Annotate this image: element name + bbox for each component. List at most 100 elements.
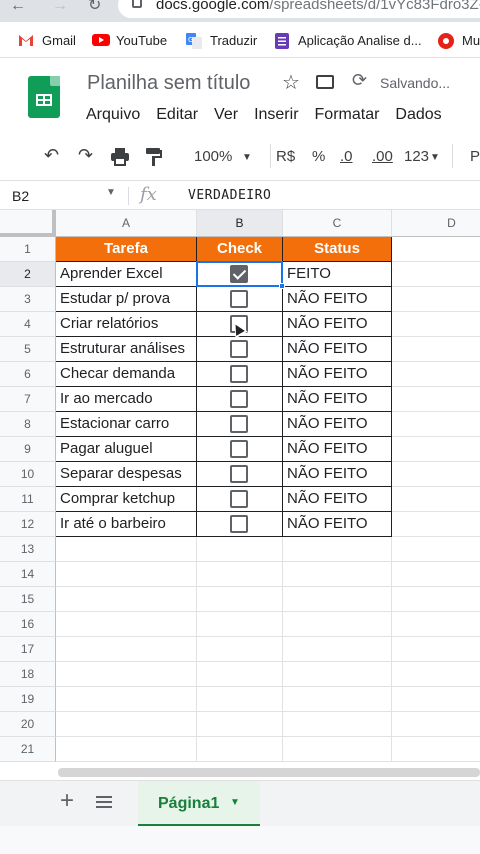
formula-input[interactable]: VERDADEIRO bbox=[188, 188, 271, 203]
cell[interactable] bbox=[197, 662, 283, 687]
cell[interactable] bbox=[392, 737, 480, 762]
cell[interactable] bbox=[392, 562, 480, 587]
checkbox-cell[interactable] bbox=[197, 487, 283, 512]
cell[interactable] bbox=[392, 312, 480, 337]
task-cell[interactable]: Separar despesas bbox=[56, 462, 197, 487]
row-header[interactable]: 6 bbox=[0, 362, 56, 387]
menu-arquivo[interactable]: Arquivo bbox=[86, 106, 140, 124]
checkbox-unchecked[interactable] bbox=[230, 415, 248, 433]
task-cell[interactable]: Aprender Excel bbox=[56, 262, 197, 287]
url-text[interactable]: docs.google.com/spreadsheets/d/1vYc83Fdr… bbox=[156, 0, 480, 13]
cell[interactable] bbox=[197, 612, 283, 637]
task-cell[interactable]: Comprar ketchup bbox=[56, 487, 197, 512]
back-icon[interactable]: ← bbox=[10, 0, 26, 14]
row-header[interactable]: 15 bbox=[0, 587, 56, 612]
cell[interactable] bbox=[197, 562, 283, 587]
cell[interactable] bbox=[56, 712, 197, 737]
task-cell[interactable]: Ir até o barbeiro bbox=[56, 512, 197, 537]
zoom-caret-icon[interactable]: ▼ bbox=[242, 152, 252, 163]
row-header[interactable]: 13 bbox=[0, 537, 56, 562]
reload-icon[interactable]: ↻ bbox=[88, 0, 101, 14]
font-select[interactable]: P bbox=[470, 148, 480, 165]
checkbox-cell[interactable] bbox=[197, 337, 283, 362]
column-header-b[interactable]: B bbox=[197, 210, 283, 237]
undo-icon[interactable]: ↶ bbox=[44, 145, 59, 166]
task-cell[interactable]: Ir ao mercado bbox=[56, 387, 197, 412]
cell[interactable] bbox=[392, 687, 480, 712]
cell[interactable] bbox=[392, 612, 480, 637]
increase-decimals-button[interactable]: .00 bbox=[372, 148, 393, 165]
horizontal-scrollbar[interactable] bbox=[58, 768, 480, 777]
cell[interactable] bbox=[56, 662, 197, 687]
document-title[interactable]: Planilha sem título bbox=[87, 72, 250, 95]
menu-inserir[interactable]: Inserir bbox=[254, 106, 298, 124]
status-cell[interactable]: NÃO FEITO bbox=[283, 512, 392, 537]
checkbox-unchecked[interactable] bbox=[230, 465, 248, 483]
more-formats-button[interactable]: 123 bbox=[404, 148, 429, 165]
cell[interactable] bbox=[392, 537, 480, 562]
cell[interactable] bbox=[283, 587, 392, 612]
cell[interactable] bbox=[197, 587, 283, 612]
cell[interactable] bbox=[56, 737, 197, 762]
menu-ver[interactable]: Ver bbox=[214, 106, 238, 124]
percent-button[interactable]: % bbox=[312, 148, 325, 165]
cell[interactable] bbox=[197, 712, 283, 737]
status-cell[interactable]: NÃO FEITO bbox=[283, 462, 392, 487]
cell[interactable] bbox=[283, 637, 392, 662]
row-header[interactable]: 8 bbox=[0, 412, 56, 437]
row-header[interactable]: 9 bbox=[0, 437, 56, 462]
cell[interactable] bbox=[283, 737, 392, 762]
cell[interactable] bbox=[392, 387, 480, 412]
status-cell[interactable]: NÃO FEITO bbox=[283, 362, 392, 387]
cell[interactable] bbox=[197, 637, 283, 662]
menu-dados[interactable]: Dados bbox=[395, 106, 441, 124]
task-cell[interactable]: Criar relatórios bbox=[56, 312, 197, 337]
move-to-folder-icon[interactable] bbox=[316, 75, 334, 89]
cell[interactable] bbox=[392, 462, 480, 487]
row-header[interactable]: 16 bbox=[0, 612, 56, 637]
currency-button[interactable]: R$ bbox=[276, 148, 295, 165]
checkbox-unchecked[interactable] bbox=[230, 290, 248, 308]
name-box[interactable]: B2 bbox=[12, 188, 29, 204]
sheets-logo-icon[interactable] bbox=[28, 76, 60, 118]
status-cell[interactable]: NÃO FEITO bbox=[283, 312, 392, 337]
row-header[interactable]: 11 bbox=[0, 487, 56, 512]
status-cell[interactable]: NÃO FEITO bbox=[283, 337, 392, 362]
status-cell[interactable]: NÃO FEITO bbox=[283, 412, 392, 437]
checkbox-cell[interactable] bbox=[197, 362, 283, 387]
cell[interactable] bbox=[392, 262, 480, 287]
cell[interactable] bbox=[392, 512, 480, 537]
cell[interactable] bbox=[392, 487, 480, 512]
cell[interactable] bbox=[283, 712, 392, 737]
menu-editar[interactable]: Editar bbox=[156, 106, 198, 124]
header-cell-status[interactable]: Status bbox=[283, 237, 392, 262]
status-cell[interactable]: NÃO FEITO bbox=[283, 437, 392, 462]
cell[interactable] bbox=[56, 612, 197, 637]
cell[interactable] bbox=[283, 662, 392, 687]
row-header[interactable]: 1 bbox=[0, 237, 56, 262]
select-all-corner[interactable] bbox=[0, 210, 56, 237]
row-header[interactable]: 4 bbox=[0, 312, 56, 337]
row-header[interactable]: 20 bbox=[0, 712, 56, 737]
bookmark-youtube[interactable]: YouTube bbox=[92, 31, 167, 49]
bookmark-aplicacao[interactable]: Aplicação Analise d... bbox=[274, 31, 422, 49]
bookmark-mu[interactable]: Mu bbox=[438, 31, 480, 49]
cell[interactable] bbox=[283, 687, 392, 712]
checkbox-unchecked[interactable] bbox=[230, 390, 248, 408]
cell[interactable] bbox=[283, 537, 392, 562]
redo-icon[interactable]: ↷ bbox=[78, 145, 93, 166]
cell[interactable] bbox=[56, 637, 197, 662]
menu-formatar[interactable]: Formatar bbox=[315, 106, 380, 124]
cell[interactable] bbox=[283, 562, 392, 587]
header-cell-tarefa[interactable]: Tarefa bbox=[56, 237, 197, 262]
row-header[interactable]: 21 bbox=[0, 737, 56, 762]
cell[interactable] bbox=[392, 637, 480, 662]
checkbox-cell[interactable] bbox=[197, 262, 283, 287]
bookmark-gmail[interactable]: Gmail bbox=[18, 31, 76, 49]
checkbox-unchecked[interactable] bbox=[230, 365, 248, 383]
decrease-decimals-button[interactable]: .0 bbox=[340, 148, 353, 165]
task-cell[interactable]: Estruturar análises bbox=[56, 337, 197, 362]
cell[interactable] bbox=[56, 687, 197, 712]
row-header[interactable]: 10 bbox=[0, 462, 56, 487]
fill-handle[interactable] bbox=[279, 283, 285, 289]
